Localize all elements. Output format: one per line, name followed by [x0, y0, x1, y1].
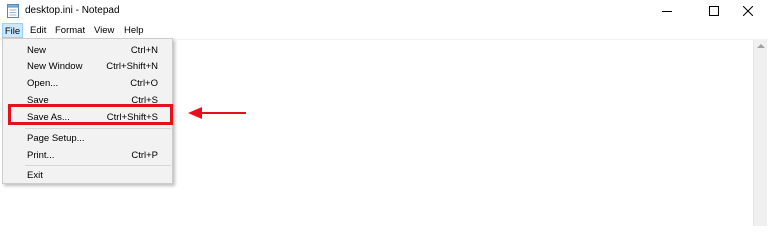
- maximize-icon: [709, 6, 719, 16]
- menu-format-label: Format: [55, 25, 86, 36]
- menu-help-label: Help: [124, 25, 144, 36]
- menu-item-new-window-label: New Window: [27, 61, 83, 72]
- menu-item-print[interactable]: Print... Ctrl+P: [3, 147, 172, 164]
- menu-edit[interactable]: Edit: [30, 23, 46, 38]
- menu-file-label: File: [4, 26, 21, 37]
- red-arrow-icon: [188, 107, 246, 119]
- save-as-highlight-box: [8, 104, 173, 125]
- menu-item-new-label: New: [27, 45, 47, 56]
- close-icon: [743, 6, 753, 16]
- window-title: desktop.ini - Notepad: [25, 5, 120, 16]
- close-button[interactable]: [728, 0, 768, 22]
- menu-item-open[interactable]: Open... Ctrl+O: [3, 75, 172, 92]
- minimize-icon: [662, 11, 672, 12]
- scroll-up-arrow-icon[interactable]: [757, 44, 765, 48]
- menu-item-exit-label: Exit: [27, 170, 43, 181]
- menu-separator: [25, 165, 171, 166]
- title-bar: desktop.ini - Notepad: [0, 0, 768, 22]
- menu-item-new-shortcut: Ctrl+N: [130, 45, 158, 56]
- menu-view[interactable]: View: [94, 23, 114, 38]
- minimize-button[interactable]: [647, 0, 687, 22]
- vertical-scrollbar[interactable]: [753, 40, 767, 226]
- menu-separator: [25, 128, 171, 129]
- menu-item-print-label: Print...: [27, 150, 55, 161]
- menu-help[interactable]: Help: [124, 23, 144, 38]
- menu-view-label: View: [94, 25, 115, 36]
- menu-item-page-setup-label: Page Setup...: [27, 133, 85, 144]
- menu-file[interactable]: File: [2, 23, 23, 38]
- menu-item-new-window-shortcut: Ctrl+Shift+N: [106, 61, 158, 72]
- menu-item-open-label: Open...: [27, 78, 59, 89]
- menu-format[interactable]: Format: [55, 23, 85, 38]
- menu-item-new-window[interactable]: New Window Ctrl+Shift+N: [3, 58, 172, 75]
- menu-item-exit[interactable]: Exit: [3, 167, 172, 184]
- menu-item-new[interactable]: New Ctrl+N: [3, 42, 172, 59]
- notepad-app-icon: [7, 4, 19, 18]
- menu-item-page-setup[interactable]: Page Setup...: [3, 130, 172, 147]
- menu-item-open-shortcut: Ctrl+O: [130, 78, 158, 89]
- menu-item-print-shortcut: Ctrl+P: [131, 150, 158, 161]
- menu-edit-label: Edit: [30, 25, 47, 36]
